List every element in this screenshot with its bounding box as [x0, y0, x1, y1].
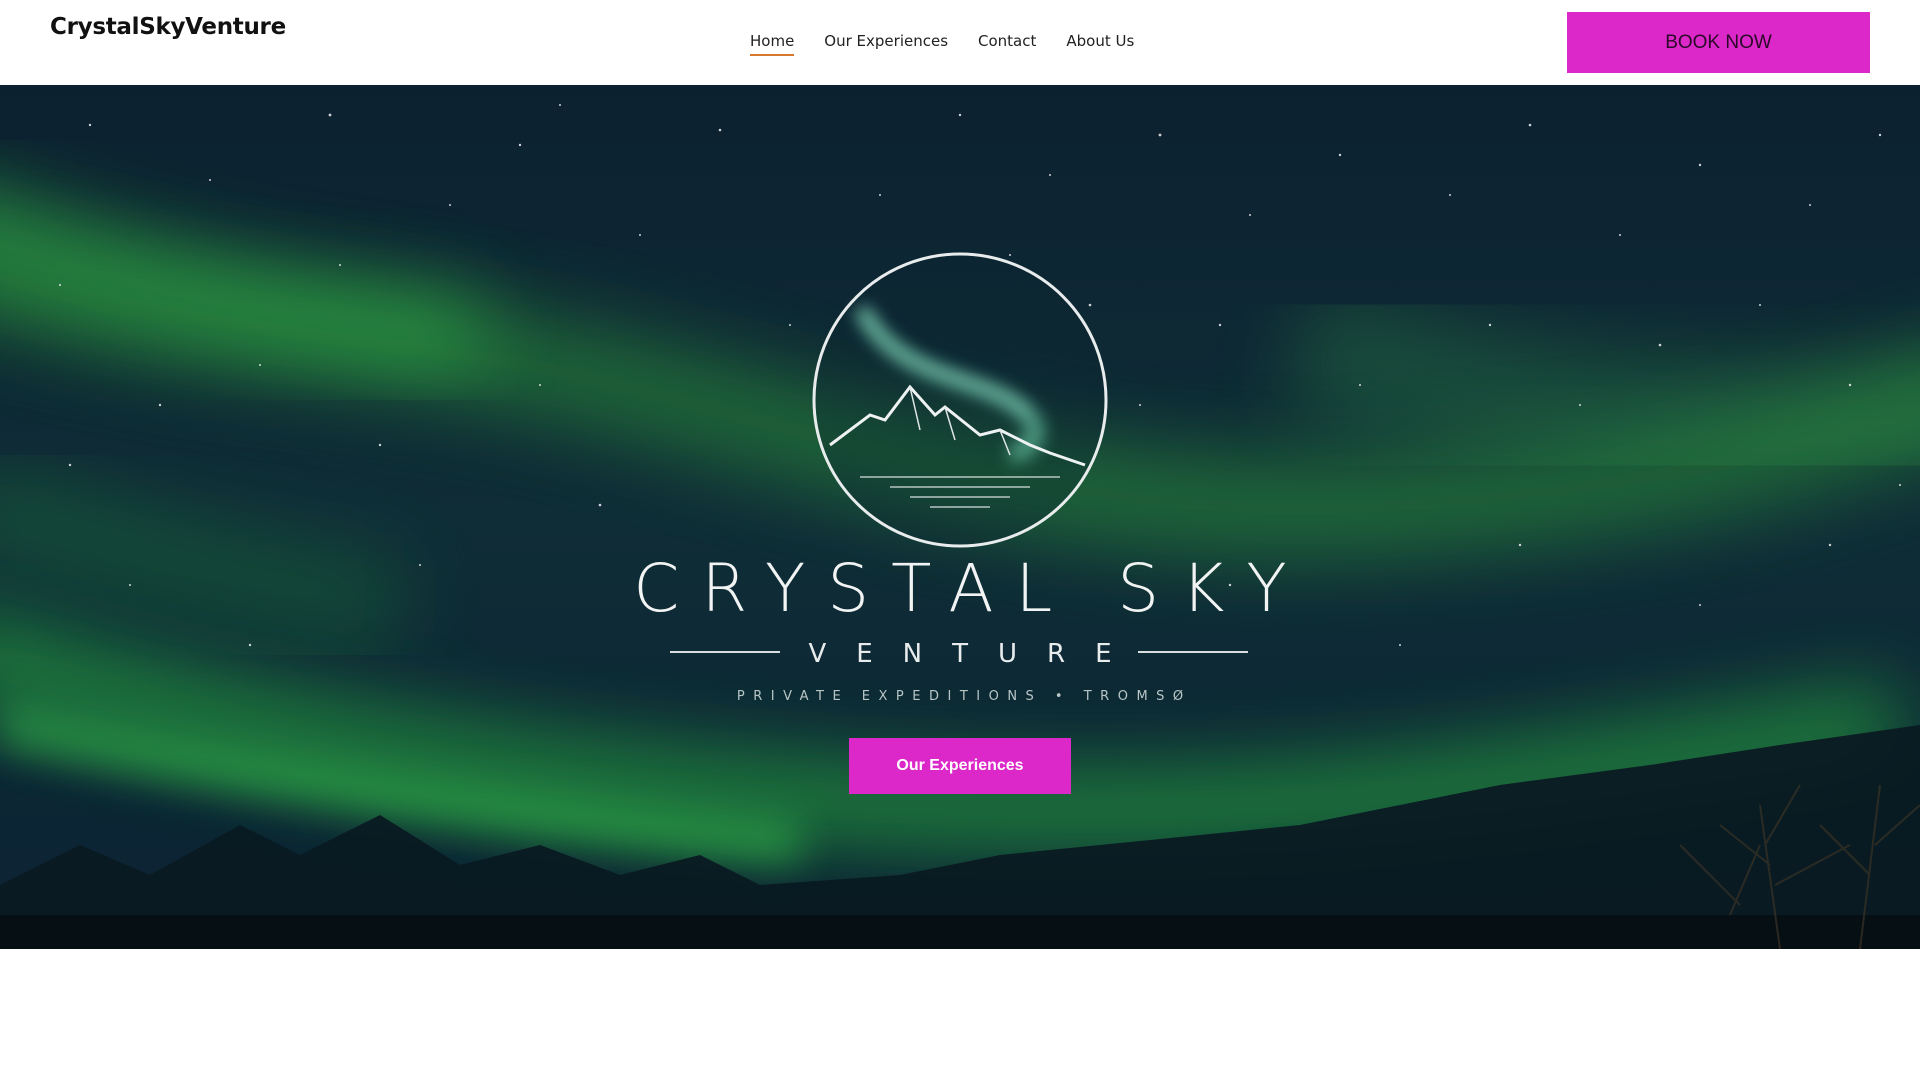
logo-title: CRYSTAL SKY: [633, 550, 1309, 627]
hero-section: CRYSTAL SKY VENTURE PRIVATE EXPEDITIONS …: [0, 85, 1920, 949]
nav-item-our-experiences[interactable]: Our Experiences: [824, 32, 948, 54]
nav-item-about-us[interactable]: About Us: [1066, 32, 1134, 54]
nav-item-home[interactable]: Home: [750, 32, 795, 56]
logo-tagline: PRIVATE EXPEDITIONS • TROMSØ: [736, 689, 1192, 704]
book-now-button[interactable]: BOOK NOW: [1567, 12, 1870, 73]
nav-item-contact[interactable]: Contact: [978, 32, 1036, 54]
brand-name[interactable]: CrystalSkyVenture: [50, 14, 286, 40]
site-header: CrystalSkyVenture Home Our Experiences C…: [0, 0, 1920, 85]
logo-subtitle: VENTURE: [808, 639, 1142, 669]
hero-logo: CRYSTAL SKY VENTURE PRIVATE EXPEDITIONS …: [0, 85, 1920, 949]
our-experiences-button[interactable]: Our Experiences: [849, 738, 1071, 794]
logo-divider-right: [1138, 651, 1248, 653]
main-nav: Home Our Experiences Contact About Us: [750, 32, 1134, 56]
